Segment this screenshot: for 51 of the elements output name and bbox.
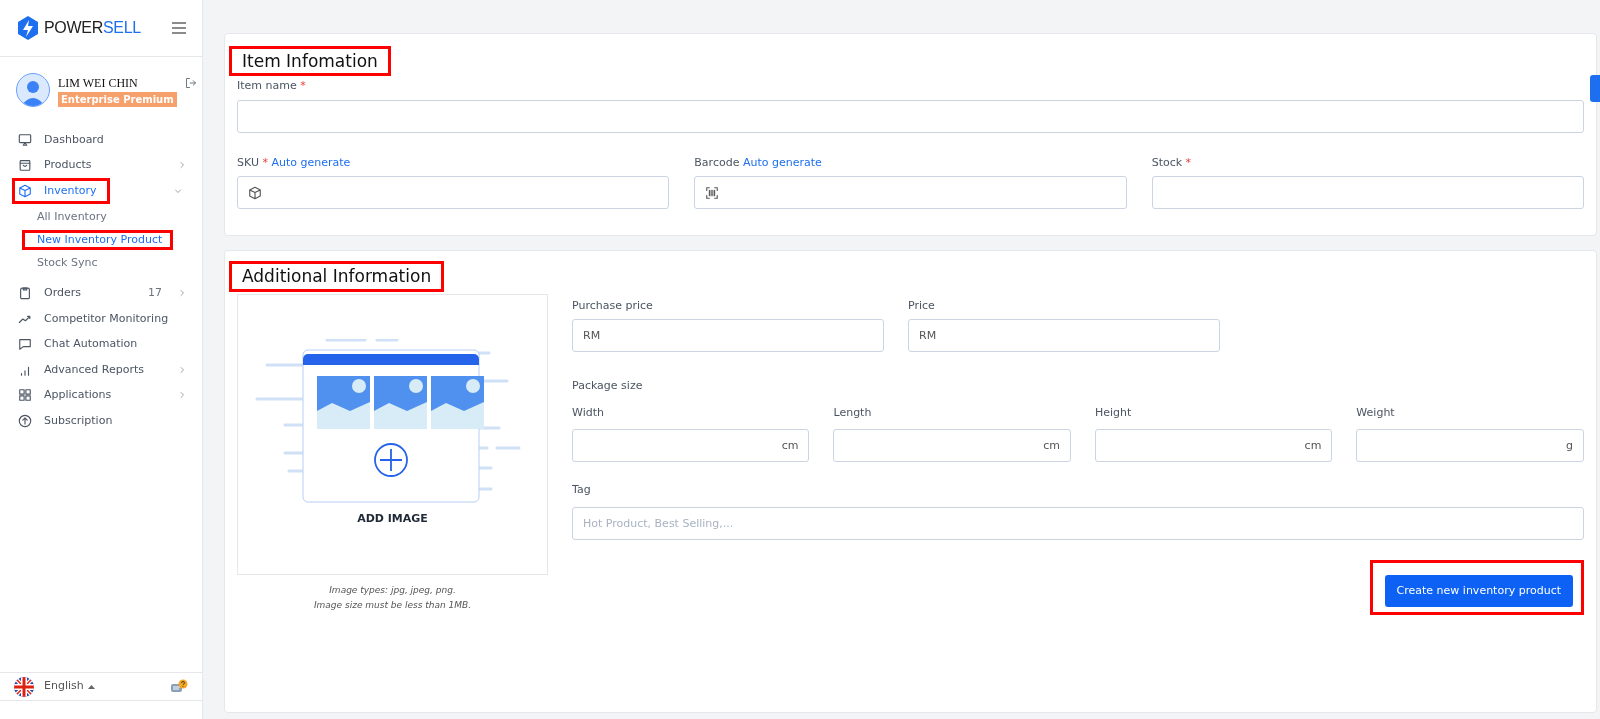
section-label: Package size xyxy=(572,378,644,395)
input-field[interactable]: cm xyxy=(833,429,1071,463)
add-image-label: ADD IMAGE xyxy=(357,510,428,527)
nav-item[interactable]: Orders 17 xyxy=(12,280,192,306)
field-label: Length xyxy=(833,404,873,421)
nav-item[interactable]: Advanced Reports xyxy=(12,357,192,383)
submenu-item[interactable]: New Inventory Product xyxy=(22,229,174,250)
unit-label: cm xyxy=(1304,437,1322,454)
field-label: SKU * Auto generate xyxy=(237,154,352,171)
image-note: Image size must be less than 1MB. xyxy=(312,598,473,612)
nav-item[interactable]: Subscription xyxy=(12,408,192,434)
input-field[interactable]: RM xyxy=(908,319,1220,353)
field-label: Barcode Auto generate xyxy=(694,154,823,171)
image-note: Image types: jpg, jpeg, png. xyxy=(328,583,457,597)
field-label: Width xyxy=(572,404,605,421)
image-upload-area[interactable]: ADD IMAGE xyxy=(237,293,548,575)
currency-prefix: RM xyxy=(919,327,937,344)
nav-item[interactable]: Applications xyxy=(12,382,192,408)
field-label: Purchase price xyxy=(572,297,654,314)
field-label: Item name * xyxy=(237,78,307,95)
language-selector[interactable]: English xyxy=(44,678,95,695)
unit-label: g xyxy=(1566,437,1574,454)
nav-item[interactable]: Products xyxy=(12,152,192,178)
field-label: Height xyxy=(1094,404,1133,421)
submenu-item[interactable]: All Inventory xyxy=(22,206,118,227)
nav-item[interactable]: Competitor Monitoring xyxy=(12,306,192,332)
submenu-item[interactable]: Stock Sync xyxy=(22,252,109,273)
nav-item[interactable]: Chat Automation xyxy=(12,331,192,357)
section-title: Item Infomation xyxy=(229,46,391,77)
input-field[interactable]: cm xyxy=(572,429,810,463)
unit-label: cm xyxy=(781,437,799,454)
field-label: Weight xyxy=(1356,404,1396,421)
section-title: Additional Information xyxy=(229,261,445,292)
plan-label: Enterprise Premium xyxy=(58,91,177,107)
field-label: Tag xyxy=(572,482,592,499)
count-label: 17 xyxy=(148,285,162,301)
nav-item[interactable]: Inventory xyxy=(12,178,110,204)
input-field[interactable]: g xyxy=(1356,429,1585,463)
field-label: Price xyxy=(908,297,936,314)
auto-generate-link[interactable]: Auto generate xyxy=(271,155,351,169)
currency-prefix: RM xyxy=(583,327,601,344)
auto-generate-link[interactable]: Auto generate xyxy=(742,155,822,169)
input-field[interactable]: RM xyxy=(572,319,884,353)
create-product-button[interactable]: Create new inventory product xyxy=(1384,574,1573,607)
field-label: Stock * xyxy=(1151,154,1193,171)
input-field[interactable]: Hot Product, Best Selling,... xyxy=(572,506,1584,540)
input-field[interactable]: cm xyxy=(1094,429,1333,463)
brand-logo-text: POWERSELL xyxy=(44,18,141,38)
user-name: LIM WEI CHIN xyxy=(58,74,139,92)
unit-label: cm xyxy=(1043,437,1060,454)
nav-item[interactable]: Dashboard xyxy=(12,127,192,153)
